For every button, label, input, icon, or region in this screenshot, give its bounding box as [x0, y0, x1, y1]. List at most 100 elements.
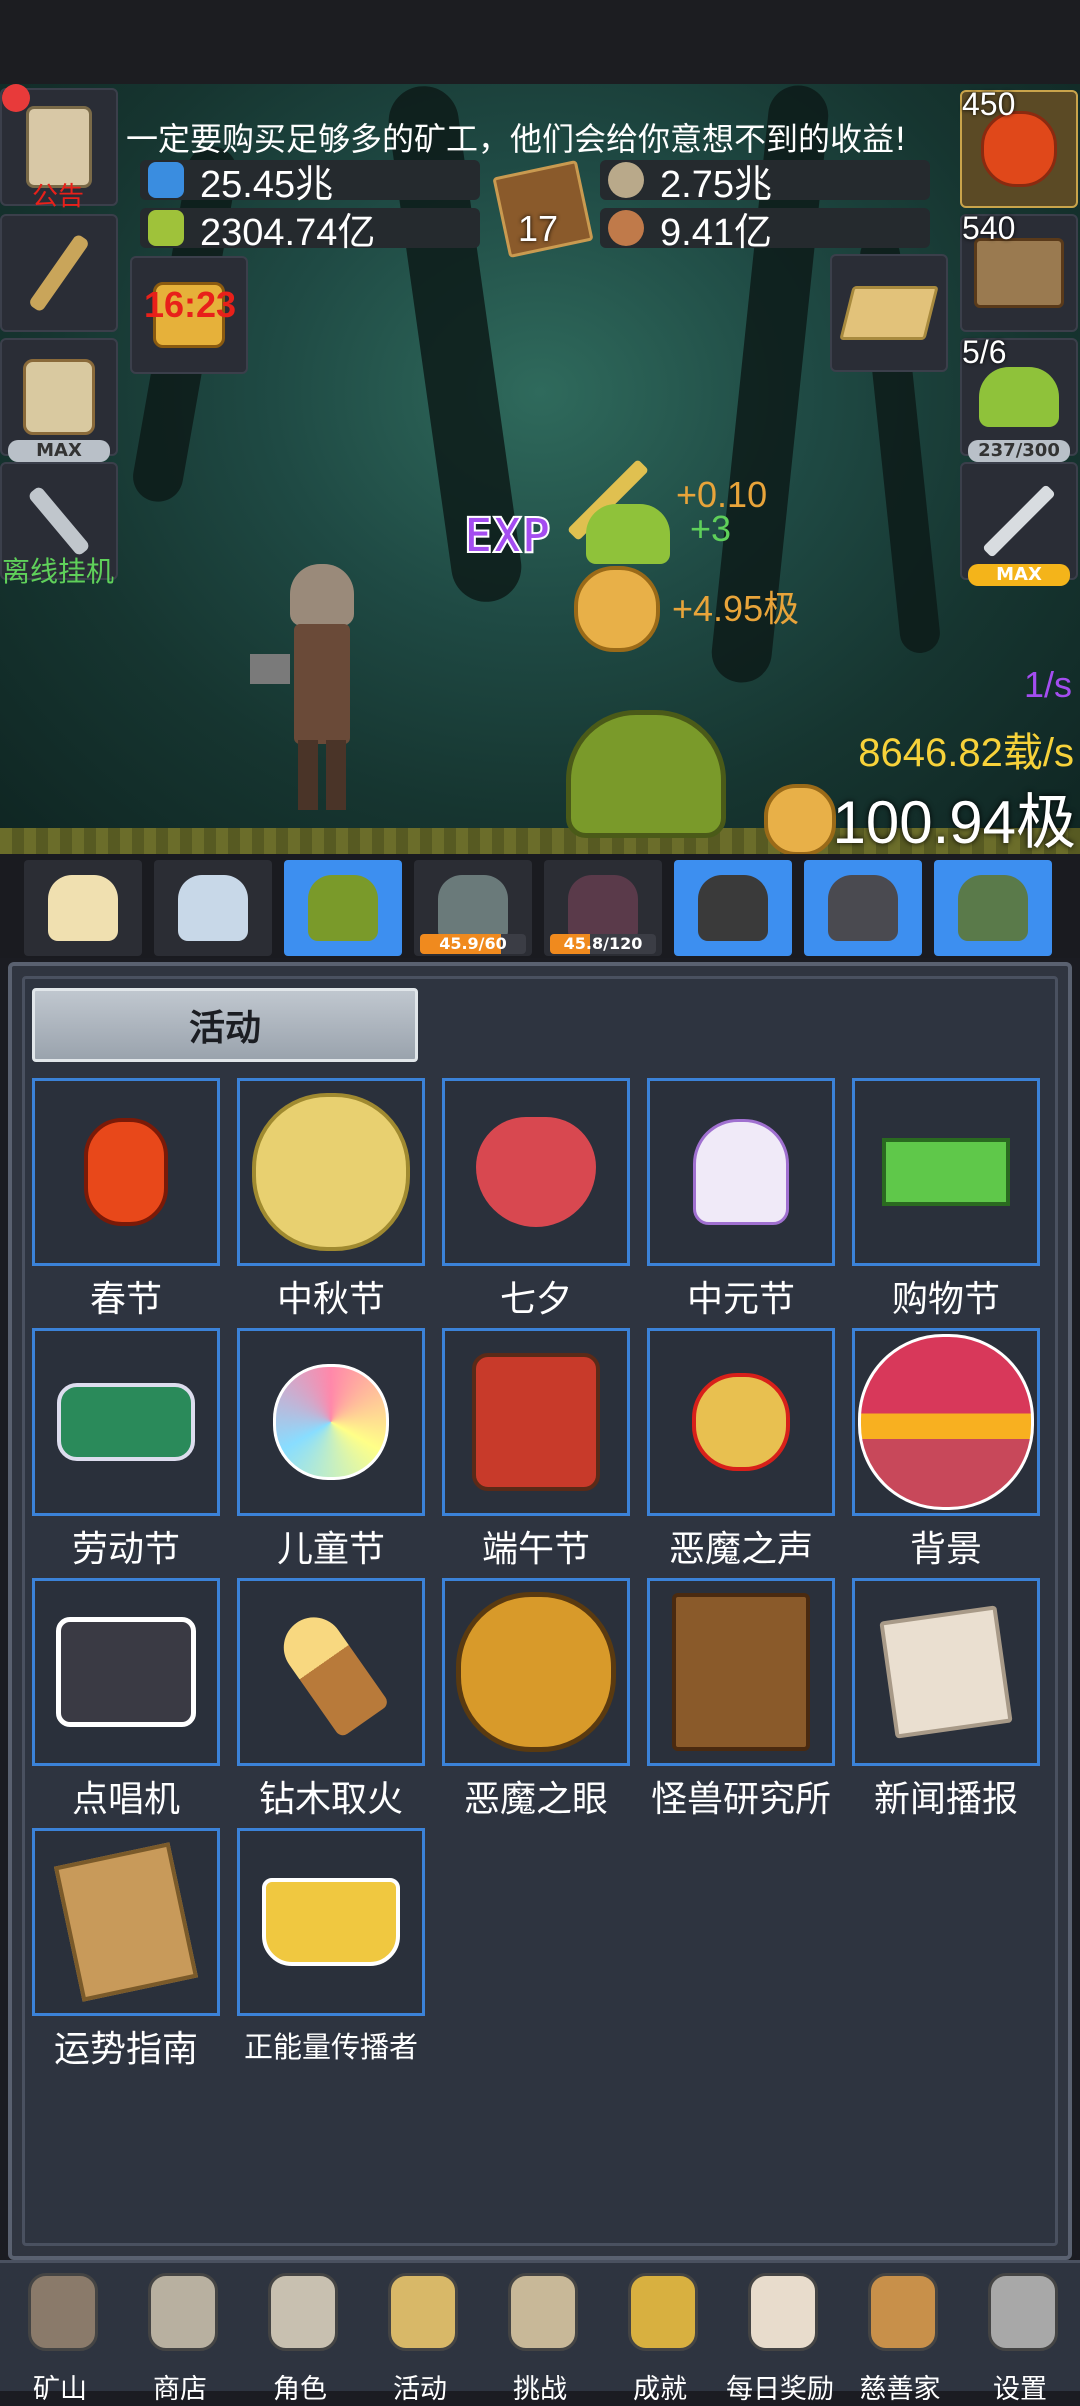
nav-item-ore[interactable]: 商店	[120, 2271, 240, 2405]
zombie-icon	[438, 875, 508, 941]
activity-label: 购物节	[891, 1279, 1000, 1320]
nav-item-skull[interactable]: 角色	[240, 2271, 360, 2405]
activity-tile[interactable]	[442, 1578, 630, 1766]
slime-monster[interactable]	[566, 710, 726, 838]
nav-label: 挑战	[513, 2374, 567, 2405]
monster-slot[interactable]: 45.8/120	[544, 860, 662, 956]
chest-button[interactable]: 540	[960, 210, 1078, 332]
nav-item-map[interactable]: 挑战	[480, 2271, 600, 2405]
monster-slot[interactable]: 45.9/60	[414, 860, 532, 956]
activity-tile[interactable]	[237, 1328, 425, 1516]
potion-button[interactable]: 450	[960, 86, 1078, 208]
timer-chest-button[interactable]: 16:23	[130, 256, 248, 374]
monster-slot[interactable]	[24, 860, 142, 956]
income-per-second: 8646.82载/s	[858, 731, 1074, 775]
activity-label: 点唱机	[71, 1779, 180, 1820]
monster-progress: 45.8/120	[550, 934, 656, 954]
rate-per-second: 1/s	[1023, 664, 1072, 705]
activity-tile[interactable]	[32, 1328, 220, 1516]
egg-icon	[178, 875, 248, 941]
resource-value: 2.75兆	[660, 163, 772, 206]
nav-label: 矿山	[33, 2374, 87, 2405]
slime-icon	[979, 367, 1059, 427]
announcement-button[interactable]: 公告	[0, 84, 118, 212]
nav-item-key[interactable]: 成就	[600, 2271, 720, 2405]
activity-label: 新闻播报	[873, 1779, 1018, 1820]
lollipop-icon	[273, 1364, 389, 1480]
cassette-icon	[56, 1617, 196, 1727]
torch-button[interactable]	[0, 214, 118, 332]
activity-tile[interactable]	[852, 1578, 1040, 1766]
letter-icon	[748, 2273, 818, 2351]
lab-icon	[672, 1593, 810, 1751]
nav-label: 成就	[633, 2374, 687, 2405]
resource-row: 2.75兆	[600, 160, 930, 206]
timer-text: 16:23	[144, 284, 237, 325]
book-button[interactable]: 17	[492, 159, 594, 259]
gold-bar-button[interactable]	[830, 254, 948, 372]
notification-dot	[2, 84, 30, 112]
slime-drop-icon	[586, 504, 670, 564]
nav-label: 商店	[153, 2374, 207, 2405]
activity-tile[interactable]	[32, 1078, 220, 1266]
resource-value: 25.45兆	[200, 163, 334, 206]
map-icon	[508, 2273, 578, 2351]
lantern-icon	[84, 1118, 168, 1226]
monster-slot[interactable]	[674, 860, 792, 956]
resource-row: 25.45兆	[140, 160, 480, 206]
activity-label: 背景	[909, 1529, 982, 1570]
brush-icon	[57, 1383, 195, 1461]
activity-label: 儿童节	[276, 1529, 385, 1570]
nav-item-scroll[interactable]: 活动	[360, 2271, 480, 2405]
torch-icon	[27, 233, 91, 313]
activity-tile[interactable]	[32, 1828, 220, 2016]
heart-icon	[476, 1117, 596, 1227]
activity-tile[interactable]	[237, 1078, 425, 1266]
crown-icon	[262, 1878, 400, 1966]
miner-character[interactable]	[250, 564, 370, 824]
game-scene[interactable]: 一定要购买足够多的矿工，他们会给你意想不到的收益! 25.45兆 2304.74…	[0, 84, 1080, 854]
nav-item-gear[interactable]: 设置	[960, 2271, 1080, 2405]
resource-value: 2304.74亿	[200, 211, 376, 254]
activity-tile[interactable]	[442, 1078, 630, 1266]
plus-coin-text: +4.95极	[672, 588, 800, 629]
activity-tile[interactable]	[852, 1078, 1040, 1266]
potion-count: 450	[962, 86, 1016, 122]
activity-tile[interactable]	[237, 1828, 425, 2016]
activity-tile[interactable]	[647, 1328, 835, 1516]
monster-slot[interactable]	[284, 860, 402, 956]
ghoul-icon	[828, 875, 898, 941]
offline-button[interactable]: 离线挂机	[0, 462, 118, 588]
activity-tile[interactable]	[852, 1328, 1040, 1516]
nav-item-lantern-nav[interactable]: 矿山	[0, 2271, 120, 2405]
meat-icon	[608, 210, 644, 246]
nav-item-bread[interactable]: 慈善家	[840, 2271, 960, 2405]
activity-tile[interactable]	[237, 1578, 425, 1766]
lantern-nav-icon	[28, 2273, 98, 2351]
orc-icon	[958, 875, 1028, 941]
mug-button[interactable]: MAX	[0, 338, 118, 462]
monster-slot[interactable]	[804, 860, 922, 956]
monster-slot[interactable]	[934, 860, 1052, 956]
resource-row: 2304.74亿	[140, 208, 480, 254]
slime-badge: 237/300	[968, 440, 1070, 462]
activity-label: 恶魔之眼	[463, 1779, 608, 1820]
monster-slot[interactable]	[154, 860, 272, 956]
activity-tile[interactable]	[647, 1578, 835, 1766]
sword-badge: MAX	[968, 564, 1070, 586]
activity-tile[interactable]	[647, 1078, 835, 1266]
candle-icon	[48, 875, 118, 941]
nav-item-letter[interactable]: 每日奖励	[720, 2271, 840, 2405]
dragon-mask-icon	[472, 1353, 600, 1491]
activity-tile[interactable]	[442, 1328, 630, 1516]
slime-button[interactable]: 5/6 237/300	[960, 334, 1078, 462]
skull-icon	[268, 2273, 338, 2351]
blue-potion-icon	[148, 162, 184, 198]
chest-icon	[974, 238, 1064, 308]
activity-label: 正能量传播者	[243, 2030, 418, 2064]
nav-label: 慈善家	[859, 2374, 941, 2405]
panel-title: 活动	[32, 988, 418, 1062]
key-icon	[628, 2273, 698, 2351]
sword-button[interactable]: MAX	[960, 462, 1078, 586]
activity-tile[interactable]	[32, 1578, 220, 1766]
